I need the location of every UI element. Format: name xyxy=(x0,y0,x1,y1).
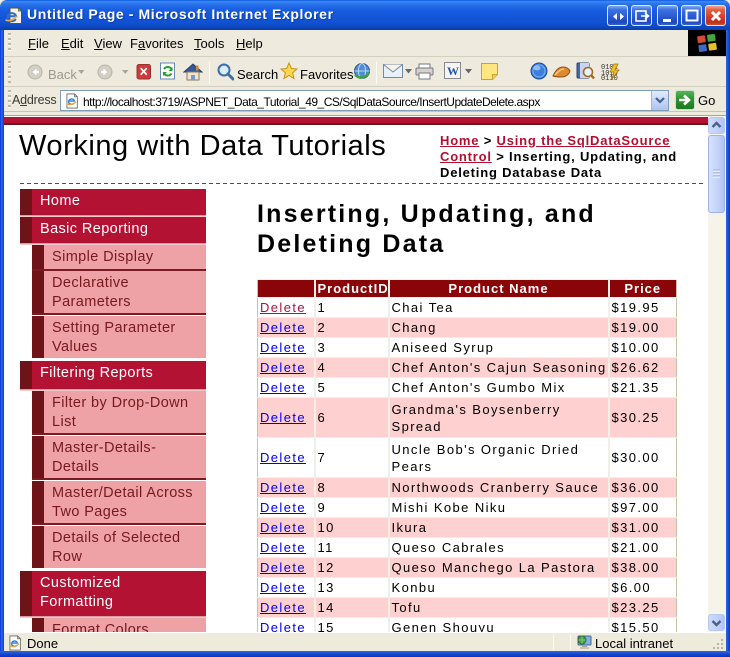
svg-text:0110: 0110 xyxy=(601,75,618,80)
svg-text:W: W xyxy=(447,64,459,78)
